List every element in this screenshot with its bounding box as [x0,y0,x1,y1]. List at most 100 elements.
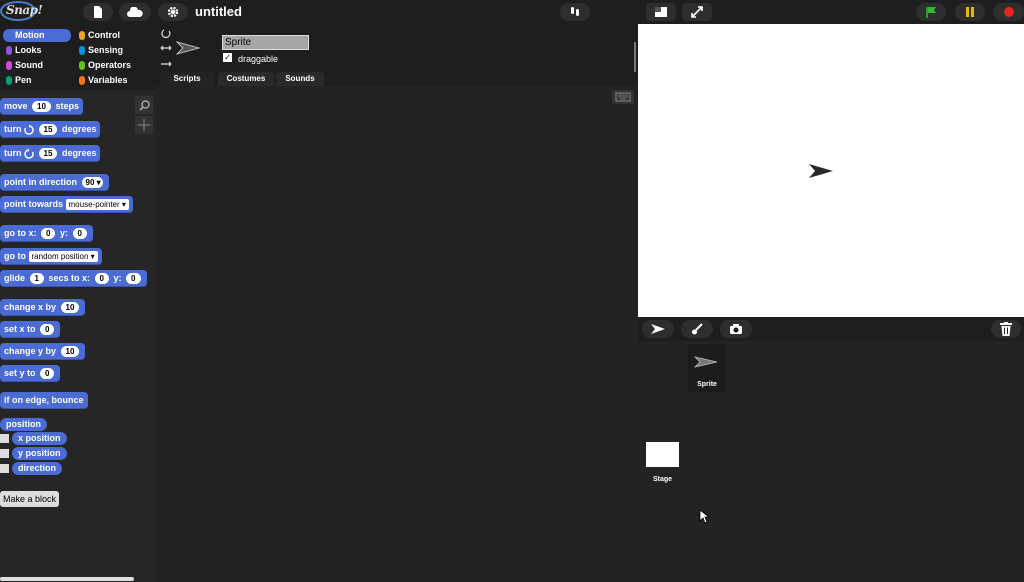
block-set-y[interactable]: set y to 0 [0,365,61,382]
settings-menu-button[interactable] [158,3,188,21]
palette-scrollbar[interactable] [0,577,134,581]
make-a-block-button[interactable]: Make a block [0,491,60,507]
camera-sprite-button[interactable] [720,320,752,338]
block-text: go to [4,251,26,261]
block-glide[interactable]: glide 1 secs to x: 0 y: 0 [0,270,147,287]
reporter-x-position[interactable]: x position [12,432,67,445]
block-point-towards[interactable]: point towards mouse-pointer ▾ [0,196,133,213]
category-sensing[interactable]: Sensing [76,44,144,57]
footprints-icon [571,7,579,16]
mouse-cursor-icon [699,509,709,524]
tab-costumes[interactable]: Costumes [218,72,274,86]
block-go-to-xy[interactable]: go to x: 0 y: 0 [0,225,93,242]
reporter-position[interactable]: position [0,418,47,431]
block-change-y[interactable]: change y by 10 [0,343,86,360]
stop-button[interactable] [993,3,1024,21]
block-text: glide [4,273,26,283]
block-turn-left[interactable]: turn 15 degrees [0,145,101,162]
category-label: Looks [15,45,42,55]
scripting-area[interactable] [156,86,638,582]
category-color-dot [6,61,12,70]
palette-search-button[interactable] [135,96,153,114]
category-control[interactable]: Control [76,29,144,42]
stop-icon [1003,7,1014,17]
block-input-slot[interactable]: 10 [32,101,51,113]
block-text: y: [59,228,68,238]
category-variables[interactable]: Variables [76,74,144,87]
add-turtle-sprite-button[interactable] [642,320,674,338]
snap-logo[interactable]: Snap! [0,0,43,24]
category-label: Variables [88,75,128,85]
pause-button[interactable] [955,3,985,21]
block-input-slot[interactable]: 0 [72,228,87,240]
paint-new-sprite-button[interactable] [681,320,713,338]
green-flag-button[interactable] [916,3,946,21]
category-selector: Motion Control Looks Sensing Sound Opera… [0,24,156,90]
block-input-slot[interactable]: 0 [40,368,55,380]
y-position-watcher-checkbox[interactable] [0,449,9,458]
project-title[interactable]: untitled [195,4,242,19]
tab-scripts[interactable]: Scripts [160,72,214,86]
category-color-dot [79,46,85,55]
category-motion[interactable]: Motion [3,29,71,42]
logo-text: Snap! [6,3,43,17]
sprite-costume-thumbnail [694,356,718,368]
block-set-x[interactable]: set x to 0 [0,321,61,338]
category-looks[interactable]: Looks [3,44,71,57]
reporter-text: x position [18,433,61,443]
block-change-x[interactable]: change x by 10 [0,299,86,316]
block-turn-right[interactable]: turn 15 degrees [0,121,101,138]
category-color-dot [6,46,12,55]
reporter-direction[interactable]: direction [12,462,63,475]
sprite-icon-sprite[interactable]: Sprite [688,344,726,392]
block-text: point in direction [4,177,77,187]
pane-resizer[interactable] [634,42,636,72]
x-position-watcher-checkbox[interactable] [0,434,9,443]
block-if-on-edge-bounce[interactable]: if on edge, bounce [0,392,88,409]
block-move-steps[interactable]: move 10 steps [0,98,83,115]
category-operators[interactable]: Operators [76,59,144,72]
tab-sounds[interactable]: Sounds [276,72,324,86]
block-input-slot[interactable]: 15 [38,148,58,160]
stage-icon-thumbnail[interactable] [646,442,679,467]
sprite-name-input[interactable]: Sprite [222,35,309,50]
category-pen[interactable]: Pen [3,74,71,87]
gear-icon [167,6,179,18]
block-input-slot[interactable]: 0 [94,273,109,285]
file-menu-button[interactable] [83,3,113,21]
block-input-slot[interactable]: 90 ▾ [81,177,103,189]
fullscreen-button[interactable] [682,3,712,21]
keyboard-icon [615,92,631,102]
pause-icon [966,7,974,17]
block-text: y: [113,273,122,283]
sprite-arrow[interactable] [808,163,834,179]
block-go-to[interactable]: go to random position ▾ [0,248,102,265]
sprite-icon-label: Sprite [697,381,717,388]
block-input-slot[interactable]: 10 [60,302,80,314]
block-input-slot[interactable]: 1 [29,273,44,285]
keyboard-entry-button[interactable] [612,90,634,104]
stage-stop-hint-button[interactable] [560,3,590,21]
block-dropdown[interactable]: random position ▾ [28,251,98,263]
palette-add-button[interactable] [135,116,153,134]
block-text: degrees [61,148,97,158]
category-sound[interactable]: Sound [3,59,71,72]
cloud-menu-button[interactable] [119,3,151,21]
stage[interactable] [638,24,1024,317]
reporter-text: direction [18,463,57,473]
block-input-slot[interactable]: 0 [41,228,56,240]
rotation-style-icons[interactable] [160,28,172,68]
block-point-in-direction[interactable]: point in direction 90 ▾ [0,174,109,191]
block-input-slot[interactable]: 0 [40,324,55,336]
block-input-slot[interactable]: 10 [60,346,80,358]
normal-stage-button[interactable] [646,3,676,21]
block-input-slot[interactable]: 0 [126,273,141,285]
trash-button[interactable] [991,320,1021,338]
block-dropdown[interactable]: mouse-pointer ▾ [65,199,129,211]
block-text: set x to [4,324,36,334]
draggable-checkbox[interactable]: ✓ [223,53,232,62]
reporter-y-position[interactable]: y position [12,447,67,460]
block-input-slot[interactable]: 15 [38,124,58,136]
direction-watcher-checkbox[interactable] [0,464,9,473]
category-label: Motion [15,30,45,40]
